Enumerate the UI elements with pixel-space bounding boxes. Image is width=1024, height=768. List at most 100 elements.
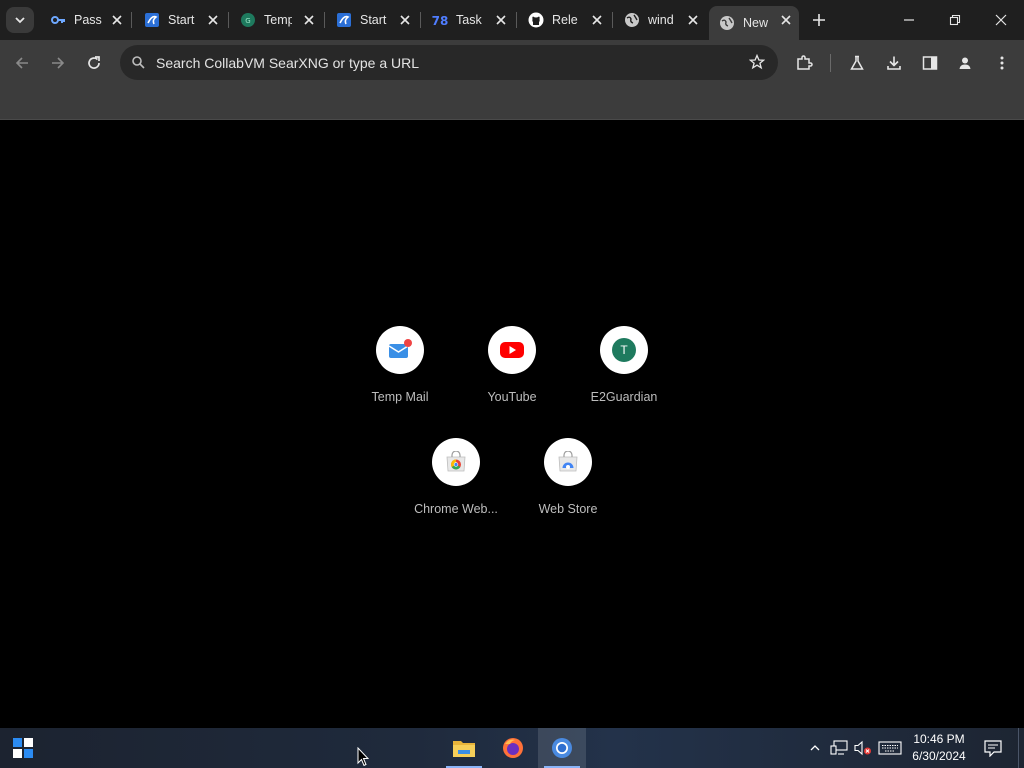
tab-divider xyxy=(131,12,132,28)
close-icon[interactable] xyxy=(302,13,316,27)
notification-center-button[interactable] xyxy=(980,728,1006,768)
shortcut-label: Temp Mail xyxy=(371,390,429,404)
volume-button[interactable] xyxy=(852,728,874,768)
taskbar-file-explorer[interactable] xyxy=(440,728,488,768)
download-icon xyxy=(887,56,901,70)
tab-divider xyxy=(228,12,229,28)
web-store-icon xyxy=(558,451,578,472)
extensions-button[interactable] xyxy=(790,49,818,77)
shortcut-web-store[interactable]: Web Store xyxy=(512,438,624,538)
back-button[interactable] xyxy=(8,49,36,77)
start-button[interactable] xyxy=(0,728,46,768)
forward-button[interactable] xyxy=(44,49,72,77)
close-icon[interactable] xyxy=(110,13,124,27)
tab-title: Start xyxy=(168,13,195,27)
tab-temp[interactable]: G Temp xyxy=(230,6,322,34)
tab-divider xyxy=(420,12,421,28)
tab-title: New xyxy=(743,16,769,30)
downloads-button[interactable] xyxy=(880,49,908,77)
show-hidden-icons-button[interactable] xyxy=(805,728,825,768)
tab-search-button[interactable] xyxy=(6,7,34,33)
tab-passwords[interactable]: Pass xyxy=(40,6,130,34)
tab-releases[interactable]: Rele xyxy=(518,6,610,34)
side-panel-icon xyxy=(922,56,938,70)
globe-icon xyxy=(624,12,640,28)
search-engine-icon xyxy=(130,54,146,70)
kebab-menu-icon xyxy=(1000,56,1004,70)
clock[interactable]: 10:46 PM 6/30/2024 xyxy=(900,731,978,765)
minimize-icon xyxy=(904,19,914,21)
menu-button[interactable] xyxy=(988,49,1016,77)
close-icon[interactable] xyxy=(398,13,412,27)
chevron-down-icon xyxy=(15,17,25,24)
omnibox-input[interactable] xyxy=(156,45,726,80)
labs-button[interactable] xyxy=(843,49,871,77)
tab-title: Pass xyxy=(74,13,102,27)
tab-start[interactable]: Start xyxy=(134,6,226,34)
bookmark-bar xyxy=(0,86,1024,120)
shortcut-youtube[interactable]: YouTube xyxy=(456,326,568,426)
person-icon xyxy=(959,57,971,69)
tab-title: wind xyxy=(648,13,674,27)
keyboard-icon xyxy=(878,741,902,755)
close-icon[interactable] xyxy=(494,13,508,27)
tab-windows[interactable]: wind xyxy=(614,6,706,34)
restore-icon xyxy=(949,14,961,26)
file-explorer-icon xyxy=(453,741,475,757)
new-tab-button[interactable] xyxy=(808,9,830,31)
profile-button[interactable] xyxy=(951,49,979,77)
network-icon xyxy=(830,740,848,755)
svg-text:G: G xyxy=(245,17,250,25)
close-icon[interactable] xyxy=(206,13,220,27)
chevron-up-icon xyxy=(810,745,820,751)
shortcut-label: Chrome Web... xyxy=(414,502,498,516)
taskbar: 10:46 PM 6/30/2024 xyxy=(0,728,1024,768)
minimize-button[interactable] xyxy=(886,0,932,40)
shortcut-label: Web Store xyxy=(538,502,598,516)
temp-mail-icon xyxy=(388,339,412,358)
show-desktop-button[interactable] xyxy=(1018,728,1024,768)
letter-t-icon: T xyxy=(612,338,636,362)
shortcut-tile[interactable] xyxy=(376,326,424,374)
start-page-icon xyxy=(336,12,352,28)
start-page-icon xyxy=(144,12,160,28)
tab-divider xyxy=(516,12,517,28)
shortcut-label: YouTube xyxy=(487,390,537,404)
shortcut-temp-mail[interactable]: Temp Mail xyxy=(344,326,456,426)
tab-start-2[interactable]: Start xyxy=(326,6,418,34)
tab-divider xyxy=(324,12,325,28)
network-button[interactable] xyxy=(828,728,850,768)
restore-button[interactable] xyxy=(932,0,978,40)
close-window-button[interactable] xyxy=(978,0,1024,40)
side-panel-button[interactable] xyxy=(916,49,944,77)
close-icon[interactable] xyxy=(686,13,700,27)
shortcut-tile[interactable] xyxy=(488,326,536,374)
firefox-icon xyxy=(503,738,523,758)
shortcut-label: E2Guardian xyxy=(590,390,658,404)
shortcut-chrome-web-store[interactable]: Chrome Web... xyxy=(400,438,512,538)
flask-icon xyxy=(850,55,864,70)
taskbar-chrome[interactable] xyxy=(538,728,586,768)
github-icon xyxy=(528,12,544,28)
shortcut-tile[interactable] xyxy=(432,438,480,486)
reload-icon xyxy=(88,56,100,69)
shortcut-e2guardian[interactable]: T E2Guardian xyxy=(568,326,680,426)
close-icon xyxy=(995,14,1007,26)
shortcut-tile[interactable]: T xyxy=(600,326,648,374)
globe-icon xyxy=(719,15,735,31)
close-icon[interactable] xyxy=(779,13,793,27)
arrow-left-icon xyxy=(15,57,28,69)
bookmark-star-icon[interactable] xyxy=(748,53,766,71)
svg-text:78: 78 xyxy=(432,14,448,28)
shortcut-tile[interactable] xyxy=(544,438,592,486)
taskbar-firefox[interactable] xyxy=(489,728,537,768)
omnibox[interactable] xyxy=(120,45,778,80)
reload-button[interactable] xyxy=(80,49,108,77)
key-icon xyxy=(50,12,66,28)
tab-new-tab[interactable]: New xyxy=(709,6,799,40)
tab-task[interactable]: 78 Task xyxy=(422,6,514,34)
speaker-muted-icon xyxy=(854,740,871,756)
task-icon: 78 xyxy=(432,12,448,28)
close-icon[interactable] xyxy=(590,13,604,27)
clock-time: 10:46 PM xyxy=(913,732,965,746)
